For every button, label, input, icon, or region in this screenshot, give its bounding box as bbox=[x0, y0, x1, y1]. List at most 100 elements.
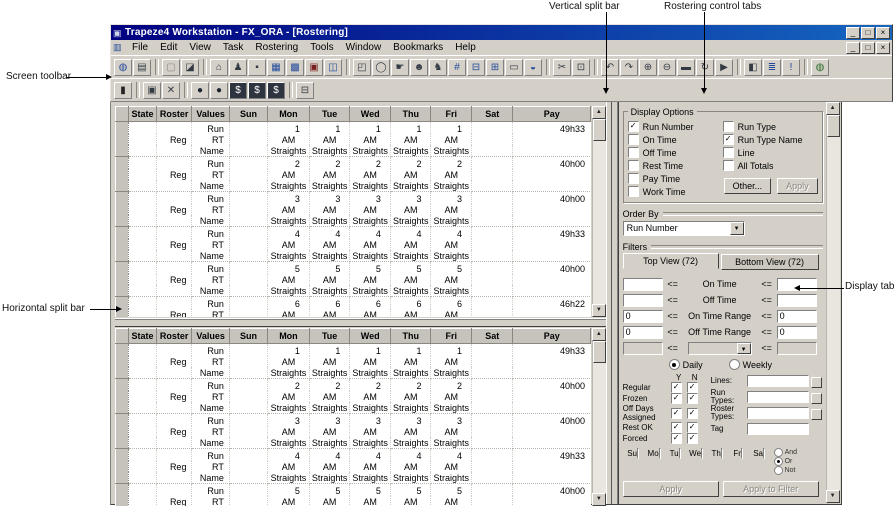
range-input-left-4[interactable] bbox=[623, 342, 663, 355]
menu-tools[interactable]: Tools bbox=[304, 41, 339, 54]
roster-row-run[interactable]: Run4444449h33 bbox=[116, 227, 591, 240]
row-header[interactable] bbox=[116, 379, 129, 414]
roster-row-run[interactable]: Run2222240h00 bbox=[116, 379, 591, 392]
cart-icon[interactable]: ▣ bbox=[305, 59, 323, 76]
display-option-on-time[interactable]: On Time bbox=[628, 133, 723, 146]
roster-row-rt[interactable]: RegRTAMAMAMAMAM bbox=[116, 496, 591, 506]
menu-window[interactable]: Window bbox=[340, 41, 388, 54]
day-filter-sa[interactable]: Sa bbox=[749, 448, 770, 475]
roster-row-name[interactable]: NameStraightsStraightsStraightsStraights… bbox=[116, 367, 591, 379]
undo-icon[interactable]: ↶ bbox=[601, 59, 619, 76]
coin-dark-icon[interactable]: ● bbox=[210, 82, 228, 99]
roster-row-run[interactable]: Run2222240h00 bbox=[116, 157, 591, 170]
child-restore-button[interactable]: □ bbox=[861, 42, 875, 54]
schedule-icon[interactable]: ≣ bbox=[763, 59, 781, 76]
child-window-icon[interactable]: ▥ bbox=[113, 42, 126, 53]
display-option-work-time[interactable]: Work Time bbox=[628, 185, 723, 198]
column-header-blank[interactable] bbox=[116, 107, 129, 122]
display-option-run-number[interactable]: ✓Run Number bbox=[628, 120, 723, 133]
globe-icon[interactable]: ◍ bbox=[114, 59, 132, 76]
field-input-tag[interactable] bbox=[747, 423, 809, 435]
title-bar[interactable]: ▣ Trapeze4 Workstation - FX_ORA - [Roste… bbox=[111, 25, 892, 40]
roster-row-name[interactable]: NameStraightsStraightsStraightsStraights… bbox=[116, 437, 591, 449]
display-option-line[interactable]: Line bbox=[723, 146, 818, 159]
exit-screen-icon[interactable]: ▮ bbox=[114, 82, 132, 99]
column-header-roster[interactable]: Roster bbox=[156, 107, 192, 122]
menu-view[interactable]: View bbox=[183, 41, 217, 54]
range-input-left-2[interactable] bbox=[623, 310, 663, 323]
scroll-track[interactable] bbox=[592, 119, 606, 304]
row-header[interactable] bbox=[116, 262, 129, 297]
checkbox-pay-time[interactable] bbox=[628, 173, 639, 184]
column-header-sun[interactable]: Sun bbox=[229, 107, 267, 122]
range-input-right-4[interactable] bbox=[777, 342, 817, 355]
print-icon[interactable]: ⊟ bbox=[296, 82, 314, 99]
day-filter-tu[interactable]: Tu bbox=[665, 448, 686, 475]
column-header-thu[interactable]: Thu bbox=[390, 329, 431, 344]
scroll-up-icon[interactable]: ▲ bbox=[826, 102, 840, 115]
browse-button[interactable] bbox=[811, 377, 822, 388]
world-icon[interactable]: ◍ bbox=[811, 59, 829, 76]
people-icon[interactable]: ☻ bbox=[410, 59, 428, 76]
roster-row-run[interactable]: Run1111149h33 bbox=[116, 344, 591, 357]
display-option-off-time[interactable]: Off Time bbox=[628, 146, 723, 159]
range-input-left-0[interactable] bbox=[623, 278, 663, 291]
dollar-edit-icon[interactable]: $ bbox=[248, 82, 266, 99]
minimize-button[interactable]: _ bbox=[846, 27, 860, 39]
day-filter-su[interactable]: Su bbox=[623, 448, 644, 475]
checkbox-off-days-assigned-y[interactable]: ✓ bbox=[671, 408, 682, 419]
roster-row-rt[interactable]: RegRTAMAMAMAMAM bbox=[116, 274, 591, 285]
roster-row-run[interactable]: Run5555540h00 bbox=[116, 484, 591, 497]
roster-copy-icon[interactable]: ▩ bbox=[286, 59, 304, 76]
apply-filter-button[interactable]: Apply bbox=[623, 481, 719, 497]
range-input-right-2[interactable] bbox=[777, 310, 817, 323]
checkbox-run-type[interactable] bbox=[723, 121, 734, 132]
scroll-down-icon[interactable]: ▼ bbox=[592, 493, 606, 506]
roster-row-name[interactable]: NameStraightsStraightsStraightsStraights… bbox=[116, 472, 591, 484]
roster-grid-icon[interactable]: ▦ bbox=[267, 59, 285, 76]
roster-row-rt[interactable]: RegRTAMAMAMAMAM bbox=[116, 426, 591, 437]
radio-combine-and[interactable] bbox=[774, 448, 783, 457]
chart-icon[interactable]: ◪ bbox=[181, 59, 199, 76]
ellipse-icon[interactable]: ◯ bbox=[372, 59, 390, 76]
menu-bookmarks[interactable]: Bookmarks bbox=[387, 41, 449, 54]
pointer-icon[interactable]: ▶ bbox=[715, 59, 733, 76]
column-header-wed[interactable]: Wed bbox=[350, 329, 391, 344]
cut-icon[interactable]: ✂ bbox=[553, 59, 571, 76]
display-option-pay-time[interactable]: Pay Time bbox=[628, 172, 723, 185]
combine-and[interactable]: And bbox=[774, 448, 797, 457]
draw-icon[interactable]: ▢ bbox=[162, 59, 180, 76]
chevron-down-icon[interactable]: ▼ bbox=[730, 222, 744, 235]
range-input-left-1[interactable] bbox=[623, 294, 663, 307]
row-header[interactable] bbox=[116, 157, 129, 192]
field-input-run-types[interactable] bbox=[747, 391, 809, 403]
checkbox-day-we[interactable] bbox=[701, 448, 703, 459]
row-header[interactable] bbox=[116, 122, 129, 157]
train-icon[interactable]: ⊞ bbox=[486, 59, 504, 76]
page-icon[interactable]: ▤ bbox=[133, 59, 151, 76]
roster-row-rt[interactable]: RegRTAMAMAMAMAM bbox=[116, 239, 591, 250]
roster-row-rt[interactable]: RegRTAMAMAMAMAM bbox=[116, 461, 591, 472]
roster-row-name[interactable]: NameStraightsStraightsStraightsStraights… bbox=[116, 250, 591, 262]
column-header-fri[interactable]: Fri bbox=[431, 329, 472, 344]
restore-button[interactable]: □ bbox=[861, 27, 875, 39]
board-icon[interactable]: ◫ bbox=[324, 59, 342, 76]
checkbox-day-sa[interactable] bbox=[763, 448, 765, 459]
scroll-up-icon[interactable]: ▲ bbox=[592, 328, 606, 341]
roster-row-run[interactable]: Run1111149h33 bbox=[116, 122, 591, 135]
column-header-values[interactable]: Values bbox=[192, 107, 229, 122]
column-header-wed[interactable]: Wed bbox=[350, 107, 391, 122]
row-header[interactable] bbox=[116, 449, 129, 484]
pin-icon[interactable]: ▪ bbox=[248, 59, 266, 76]
copy-icon[interactable]: ⊡ bbox=[572, 59, 590, 76]
column-header-sat[interactable]: Sat bbox=[472, 329, 513, 344]
field-input-lines[interactable] bbox=[747, 375, 809, 387]
save-view-icon[interactable]: ◒ bbox=[524, 59, 542, 76]
column-header-tue[interactable]: Tue bbox=[309, 107, 350, 122]
roster-row-rt[interactable]: RegRTAMAMAMAMAM bbox=[116, 309, 591, 317]
tab-bottom-view-72[interactable]: Bottom View (72) bbox=[721, 254, 819, 270]
column-header-values[interactable]: Values bbox=[192, 329, 229, 344]
day-filter-mo[interactable]: Mo bbox=[644, 448, 665, 475]
menu-file[interactable]: File bbox=[126, 41, 154, 54]
grid-vertical-scrollbar[interactable]: ▲▼ bbox=[592, 106, 606, 317]
